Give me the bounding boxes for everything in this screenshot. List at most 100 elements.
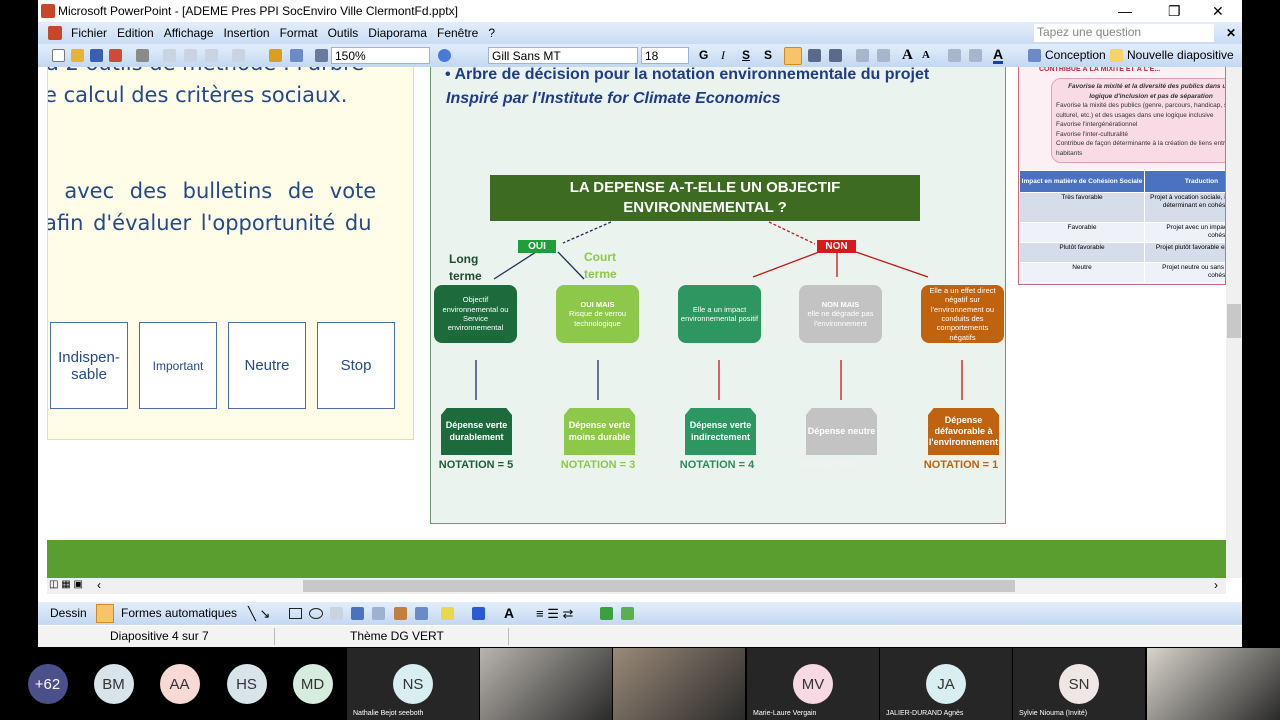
- table-cell: Projet avec un impact avéré de cohésion …: [1144, 222, 1225, 243]
- menu-fichier[interactable]: Fichier: [71, 22, 107, 44]
- participant-tile[interactable]: +62: [20, 648, 75, 720]
- social-criteria-panel: CONTRIBUE À LA MIXITÉ ET À L'É... Favori…: [1018, 67, 1226, 285]
- diagram-icon[interactable]: [372, 607, 385, 620]
- grow-font-icon[interactable]: A: [902, 47, 913, 64]
- cohesion-table: Impact en matière de Cohésion Sociale Tr…: [1019, 170, 1225, 283]
- select-pointer-icon[interactable]: [96, 604, 114, 623]
- oval-tool-icon[interactable]: [309, 608, 323, 619]
- font-color-draw-icon[interactable]: A: [504, 602, 514, 625]
- menu-diaporama[interactable]: Diaporama: [368, 22, 427, 44]
- decision-box: NON MAIS elle ne dégrade pas l'environnem…: [799, 285, 882, 343]
- participant-avatar: JA: [926, 664, 966, 704]
- close-button[interactable]: ✕: [1212, 0, 1224, 22]
- new-slide-button[interactable]: Nouvelle diapositive: [1127, 47, 1234, 64]
- powerpoint-window: Microsoft PowerPoint - [ADEME Pres PPI S…: [38, 0, 1242, 647]
- horizontal-scroll-thumb[interactable]: [303, 580, 1015, 592]
- line-tool-icon[interactable]: ╲ ↘: [248, 602, 270, 625]
- menu-fenetre[interactable]: Fenêtre: [437, 22, 478, 44]
- scroll-left-arrow[interactable]: ‹: [97, 578, 101, 592]
- slide-canvas[interactable]: a 2 outils de méthode : l'arbre e calcul…: [47, 66, 1226, 578]
- undo-icon[interactable]: [232, 49, 245, 62]
- participant-video[interactable]: [613, 648, 745, 720]
- participant-video[interactable]: [480, 648, 612, 720]
- grid-icon[interactable]: [315, 49, 328, 62]
- participant-tile[interactable]: MV Marie-Laure Vergain: [747, 648, 879, 720]
- participant-tile[interactable]: HS: [219, 648, 274, 720]
- horizontal-scrollbar[interactable]: ◫ ▦ ▣ ‹ ›: [47, 578, 1226, 594]
- numbering-icon[interactable]: [856, 49, 869, 62]
- dessin-menu[interactable]: Dessin: [50, 602, 87, 625]
- participant-tile[interactable]: SN Sylvie Niouma (Invité): [1013, 648, 1145, 720]
- textbox-icon[interactable]: [330, 607, 343, 620]
- menu-help[interactable]: ?: [488, 22, 495, 44]
- bullets-icon[interactable]: [877, 49, 890, 62]
- close-doc-button[interactable]: ✕: [1226, 22, 1236, 44]
- participant-tile[interactable]: BM: [86, 648, 141, 720]
- participant-name: Sylvie Niouma (Invité): [1019, 710, 1088, 717]
- design-button[interactable]: Conception: [1045, 47, 1106, 64]
- participant-avatar: NS: [393, 664, 433, 704]
- participant-tile[interactable]: JA JALIER-DURAND Agnès: [880, 648, 1012, 720]
- line-style-icon[interactable]: ≡ ☰ ⇄: [536, 602, 573, 625]
- align-center-icon[interactable]: [808, 49, 821, 62]
- view-buttons[interactable]: ◫ ▦ ▣: [49, 579, 83, 590]
- participant-tile[interactable]: MD: [285, 648, 340, 720]
- participant-video[interactable]: [1147, 648, 1280, 720]
- line-color-icon[interactable]: [472, 607, 485, 620]
- paste-icon[interactable]: [184, 49, 197, 62]
- bold-button[interactable]: G: [699, 47, 708, 64]
- vertical-scroll-thumb[interactable]: [1227, 304, 1241, 338]
- minimize-button[interactable]: —: [1118, 0, 1132, 22]
- wordart-icon[interactable]: [351, 607, 364, 620]
- fill-color-icon[interactable]: [441, 607, 454, 620]
- long-term-label: Long terme: [449, 252, 482, 283]
- underline-button[interactable]: S: [742, 47, 750, 64]
- notation-label: NOTATION = 4: [679, 459, 755, 471]
- font-color-icon[interactable]: A: [993, 47, 1004, 64]
- table-row: FavorableProjet avec un impact avéré de …: [1019, 222, 1225, 243]
- window-title: Microsoft PowerPoint - [ADEME Pres PPI S…: [58, 4, 458, 18]
- scroll-right-arrow[interactable]: ›: [1214, 578, 1218, 592]
- shadow-button[interactable]: S: [764, 47, 772, 64]
- restore-button[interactable]: ❐: [1168, 0, 1181, 22]
- copy-icon[interactable]: [163, 49, 176, 62]
- 3d-icon[interactable]: [621, 607, 634, 620]
- increase-indent-icon[interactable]: [969, 49, 982, 62]
- chart-icon[interactable]: [269, 49, 282, 62]
- format-painter-icon[interactable]: [205, 49, 218, 62]
- decrease-indent-icon[interactable]: [948, 49, 961, 62]
- menu-format[interactable]: Format: [280, 22, 318, 44]
- font-size-select[interactable]: 18: [641, 47, 689, 64]
- table-row: Très favorable Projet à vocation sociale,…: [1019, 192, 1225, 223]
- autoshapes-menu[interactable]: Formes automatiques: [121, 602, 237, 625]
- menu-edition[interactable]: Edition: [117, 22, 154, 44]
- help-icon[interactable]: [438, 49, 451, 62]
- participant-tile[interactable]: NS Nathalie Bejot seeboth: [347, 648, 479, 720]
- new-icon[interactable]: [52, 49, 65, 62]
- permission-icon[interactable]: [109, 49, 122, 62]
- rectangle-tool-icon[interactable]: [289, 608, 302, 619]
- zoom-select[interactable]: 150%: [331, 47, 430, 64]
- help-search-input[interactable]: Tapez une question: [1034, 24, 1214, 42]
- participant-tile[interactable]: AA: [152, 648, 207, 720]
- table-icon[interactable]: [290, 49, 303, 62]
- clipart-icon[interactable]: [394, 607, 407, 620]
- picture-icon[interactable]: [415, 607, 428, 620]
- decision-box-text: Risque de verrou technologique: [568, 309, 627, 328]
- menu-affichage[interactable]: Affichage: [164, 22, 214, 44]
- italic-button[interactable]: I: [721, 47, 725, 64]
- font-select[interactable]: Gill Sans MT: [488, 47, 638, 64]
- menu-outils[interactable]: Outils: [328, 22, 359, 44]
- table-cell: Neutre: [1019, 262, 1145, 283]
- vertical-scrollbar[interactable]: [1226, 67, 1242, 578]
- align-right-icon[interactable]: [829, 49, 842, 62]
- shrink-font-icon[interactable]: A: [922, 47, 930, 64]
- print-icon[interactable]: [136, 49, 149, 62]
- open-icon[interactable]: [71, 49, 84, 62]
- shadow-icon[interactable]: [600, 607, 613, 620]
- save-icon[interactable]: [90, 49, 103, 62]
- menu-insertion[interactable]: Insertion: [224, 22, 270, 44]
- doc-icon: [48, 26, 62, 40]
- table-header: Impact en matière de Cohésion Sociale: [1019, 170, 1145, 193]
- align-left-icon[interactable]: [784, 47, 802, 65]
